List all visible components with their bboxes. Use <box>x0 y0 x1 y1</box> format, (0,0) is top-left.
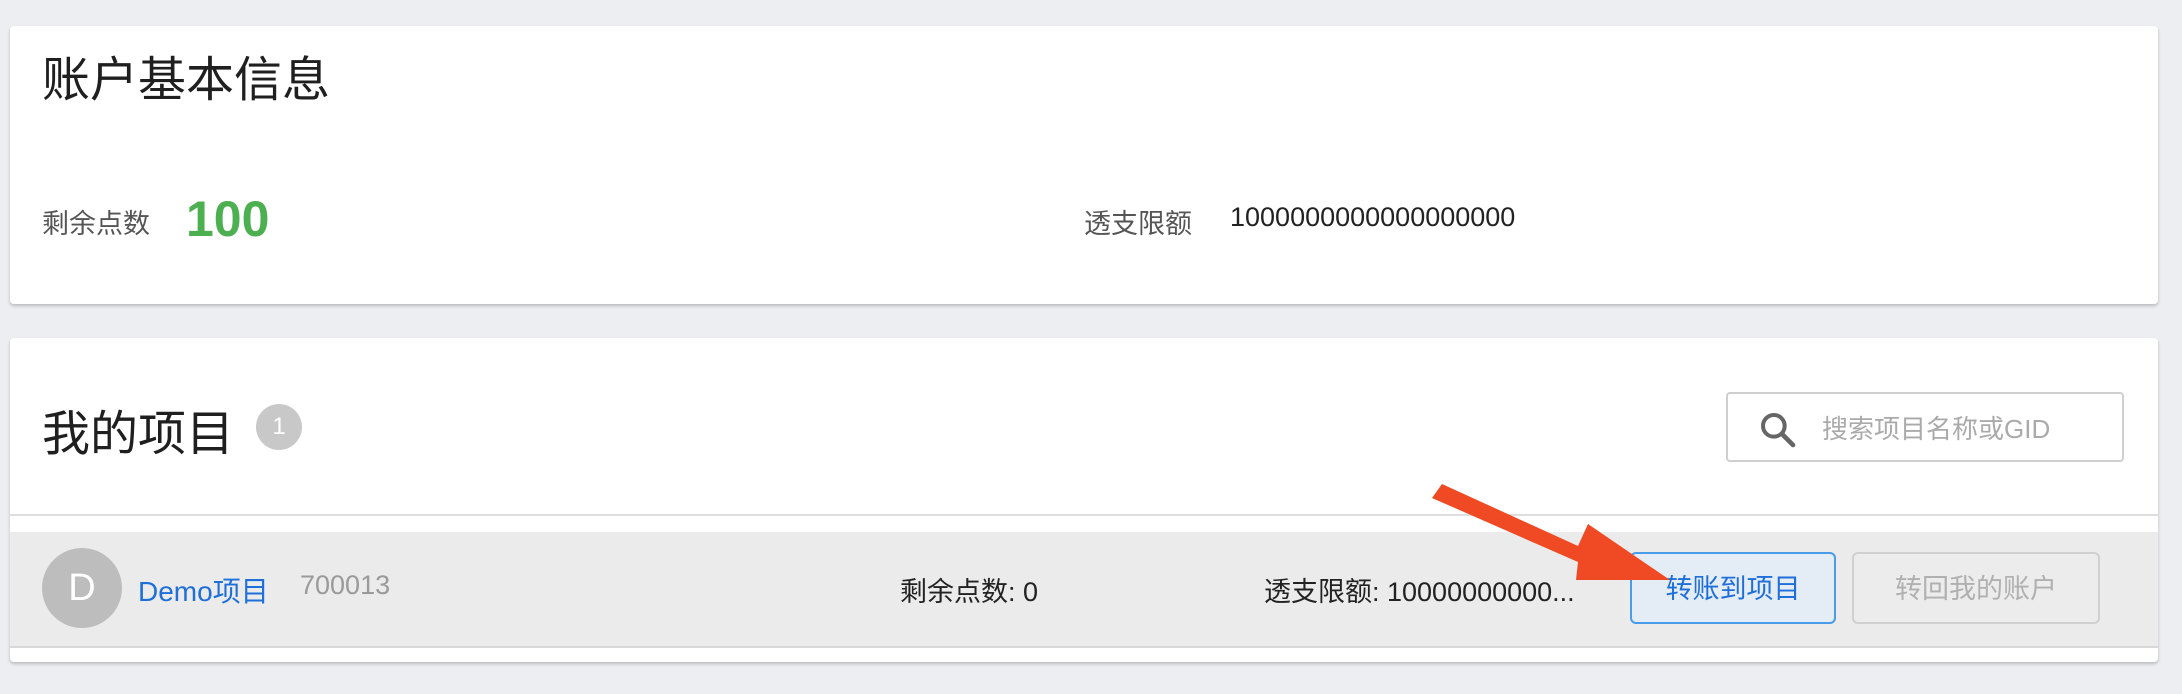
search-icon <box>1761 413 1796 448</box>
project-name-link[interactable]: Demo项目 <box>138 570 269 610</box>
my-projects-card: 我的项目 1 D Demo项目 700013 剩余点数: 0 透支限额: 100… <box>10 338 2158 662</box>
projects-divider <box>10 514 2158 516</box>
remaining-points-value: 100 <box>186 191 270 247</box>
projects-title: 我的项目 <box>42 408 235 461</box>
project-avatar: D <box>42 548 122 628</box>
projects-count-badge: 1 <box>256 404 302 450</box>
project-search-input[interactable] <box>1820 408 2114 450</box>
overdraft-limit-value: 1000000000000000000 <box>1230 202 1516 232</box>
project-remaining-points: 剩余点数: 0 <box>900 577 1039 607</box>
overdraft-limit-label: 透支限额 <box>1084 209 1192 239</box>
transfer-to-project-button[interactable]: 转账到项目 <box>1630 552 1836 624</box>
project-search-box[interactable] <box>1726 392 2124 462</box>
account-info-card: 账户基本信息 剩余点数 100 透支限额 1000000000000000000 <box>10 26 2158 304</box>
account-title: 账户基本信息 <box>42 54 331 107</box>
project-overdraft-limit: 透支限额: 10000000000... <box>1264 577 1575 607</box>
transfer-back-button: 转回我的账户 <box>1852 552 2100 624</box>
remaining-points-label: 剩余点数 <box>42 209 150 239</box>
project-gid: 700013 <box>300 570 391 600</box>
project-row: D Demo项目 700013 剩余点数: 0 透支限额: 1000000000… <box>10 532 2158 648</box>
